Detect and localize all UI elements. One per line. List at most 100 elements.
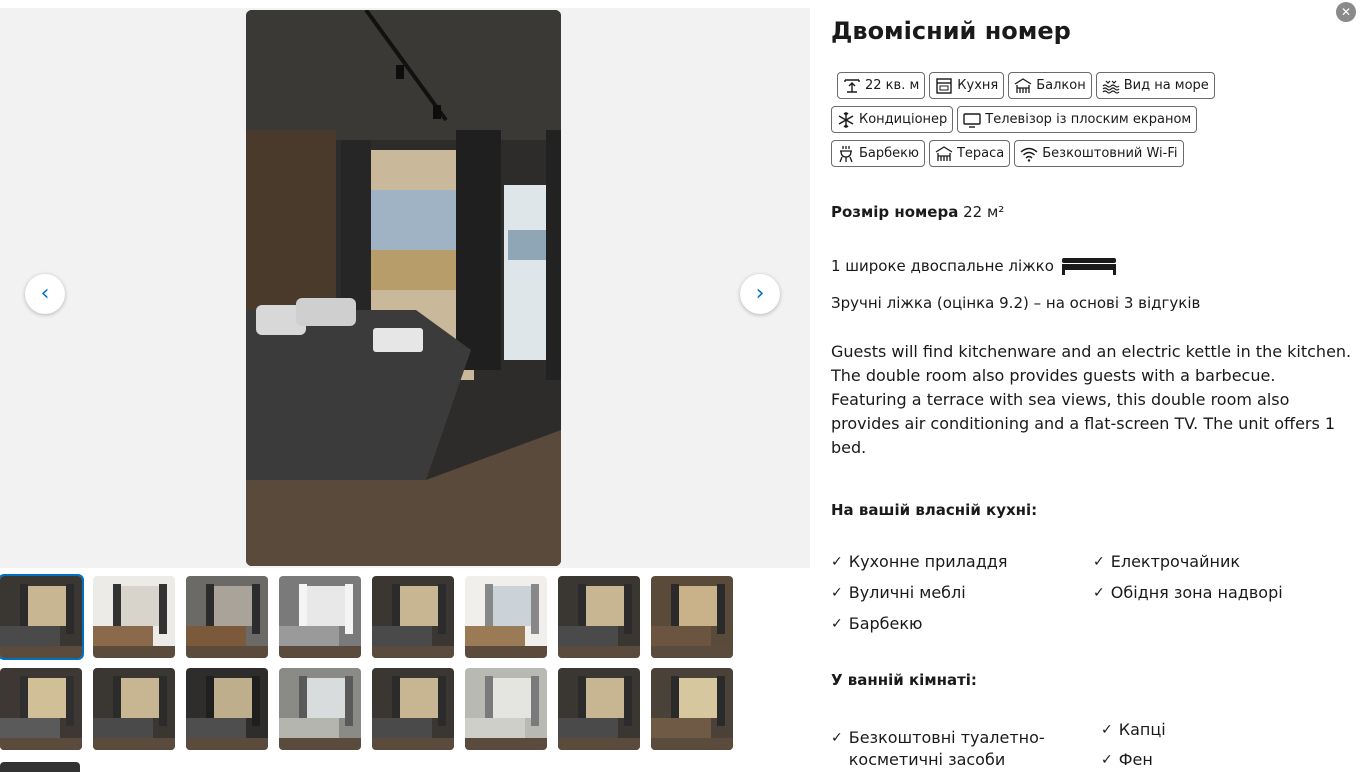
facility-chip: Тераса — [928, 140, 1011, 167]
room-size-value: 22 м² — [963, 203, 1005, 221]
kitchen-feature: ✓ Обідня зона надворі — [1093, 583, 1283, 602]
checkmark-icon: ✓ — [831, 585, 843, 601]
thumbnail-image — [186, 668, 268, 750]
thumbnail[interactable] — [372, 576, 454, 658]
kitchen-feature: ✓ Барбекю — [831, 614, 923, 633]
thumbnail-image — [465, 668, 547, 750]
wifi-icon — [1020, 145, 1038, 163]
thumbnail-strip — [0, 574, 812, 760]
thumbnail[interactable] — [372, 668, 454, 750]
thumbnail[interactable] — [558, 668, 640, 750]
thumbnail-image — [93, 576, 175, 658]
thumbnail-partial[interactable] — [0, 762, 80, 772]
balcony-icon — [1014, 77, 1032, 95]
thumbnail-image — [558, 668, 640, 750]
thumbnail-image — [279, 668, 361, 750]
thumbnail-image — [0, 668, 82, 750]
terrace-icon — [935, 145, 953, 163]
thumbnail[interactable] — [651, 668, 733, 750]
chevron-right-icon: › — [755, 281, 765, 306]
thumbnail-image — [465, 576, 547, 658]
close-button[interactable]: ✕ — [1336, 2, 1356, 22]
facility-label: Кухня — [957, 78, 999, 93]
thumbnail[interactable] — [279, 576, 361, 658]
size-icon — [843, 77, 861, 95]
facility-chips: 22 кв. м Кухня Балкон Вид на море Кондиціон… — [831, 72, 1331, 174]
thumbnail-image — [651, 668, 733, 750]
checkmark-icon: ✓ — [831, 616, 843, 632]
facility-label: Тераса — [956, 146, 1005, 161]
bathroom-feature: ✓ Капці — [1101, 720, 1166, 739]
tv-icon — [963, 111, 981, 129]
snowflake-icon — [837, 111, 855, 129]
thumbnail[interactable] — [0, 574, 84, 660]
facility-chip: Барбекю — [831, 140, 925, 167]
facility-chip: Балкон — [1008, 72, 1092, 99]
room-photo-image — [246, 10, 561, 566]
thumbnail[interactable] — [186, 576, 268, 658]
thumbnail-image — [93, 668, 175, 750]
checkmark-icon: ✓ — [1101, 722, 1113, 738]
room-title: Двомісний номер — [831, 17, 1071, 45]
thumbnail-image — [372, 668, 454, 750]
thumbnail[interactable] — [93, 576, 175, 658]
thumbnail[interactable] — [465, 576, 547, 658]
previous-photo-button[interactable]: ‹ — [25, 274, 65, 314]
thumbnail-image — [0, 576, 82, 658]
facility-chip: Кухня — [929, 72, 1005, 99]
main-photo — [246, 10, 561, 566]
thumbnail-image — [279, 576, 361, 658]
thumbnail-row — [0, 668, 812, 750]
grill-icon — [837, 145, 855, 163]
thumbnail-image — [651, 576, 733, 658]
kitchen-icon — [935, 77, 953, 95]
kitchen-feature: ✓ Електрочайник — [1093, 552, 1241, 571]
facility-chip: Телевізор із плоским екраном — [957, 106, 1198, 133]
facility-label: 22 кв. м — [865, 78, 920, 93]
facility-row: Кондиціонер Телевізор із плоским екраном — [831, 106, 1331, 133]
facility-chip: Кондиціонер — [831, 106, 954, 133]
facility-label: Балкон — [1036, 78, 1086, 93]
facility-row: Барбекю Тераса Безкоштовний Wi-Fi — [831, 140, 1331, 167]
facility-label: Безкоштовний Wi-Fi — [1042, 146, 1178, 161]
bathroom-feature: ✓ Безкоштовні туалетно- косметичні засоби — [831, 728, 1045, 769]
photo-gallery: ‹ › — [0, 0, 812, 772]
thumbnail[interactable] — [279, 668, 361, 750]
facility-chip: Вид на море — [1095, 72, 1215, 99]
next-photo-button[interactable]: › — [740, 274, 780, 314]
checkmark-icon: ✓ — [831, 554, 843, 570]
sea-view-icon — [1102, 77, 1120, 95]
bed-info: 1 широке двоспальне ліжко — [831, 256, 1118, 276]
thumbnail-row — [0, 574, 812, 660]
room-size-label: Розмір номера — [831, 203, 959, 221]
facility-row: 22 кв. м Кухня Балкон Вид на море — [837, 72, 1331, 99]
thumbnail[interactable] — [558, 576, 640, 658]
thumbnail[interactable] — [651, 576, 733, 658]
thumbnail[interactable] — [93, 668, 175, 750]
facility-chip: Безкоштовний Wi-Fi — [1014, 140, 1184, 167]
facility-label: Вид на море — [1123, 78, 1209, 93]
thumbnail[interactable] — [465, 668, 547, 750]
room-description: Guests will find kitchenware and an elec… — [831, 342, 1352, 457]
facility-chip: 22 кв. м — [837, 72, 926, 99]
bed-comfort-rating: Зручні ліжка (оцінка 9.2) – на основі 3 … — [831, 294, 1201, 312]
checkmark-icon: ✓ — [831, 730, 843, 746]
double-bed-icon — [1061, 258, 1116, 275]
facility-label: Кондиціонер — [859, 112, 948, 127]
thumbnail[interactable] — [0, 668, 82, 750]
checkmark-icon: ✓ — [1093, 585, 1105, 601]
facility-label: Телевізор із плоским екраном — [985, 112, 1192, 127]
room-size: Розмір номера 22 м² — [831, 203, 1004, 221]
kitchen-section-title: На вашій власній кухні: — [831, 501, 1038, 519]
thumbnail-image — [558, 576, 640, 658]
kitchen-feature: ✓ Кухонне приладдя — [831, 552, 1008, 571]
thumbnail[interactable] — [186, 668, 268, 750]
bathroom-section-title: У ванній кімнаті: — [831, 671, 977, 689]
bed-text: 1 широке двоспальне ліжко — [831, 257, 1054, 275]
main-photo-stage: ‹ › — [0, 8, 810, 568]
kitchen-feature: ✓ Вуличні меблі — [831, 583, 966, 602]
close-icon: ✕ — [1340, 5, 1352, 19]
thumbnail-image — [186, 576, 268, 658]
facility-label: Барбекю — [859, 146, 919, 161]
checkmark-icon: ✓ — [1093, 554, 1105, 570]
